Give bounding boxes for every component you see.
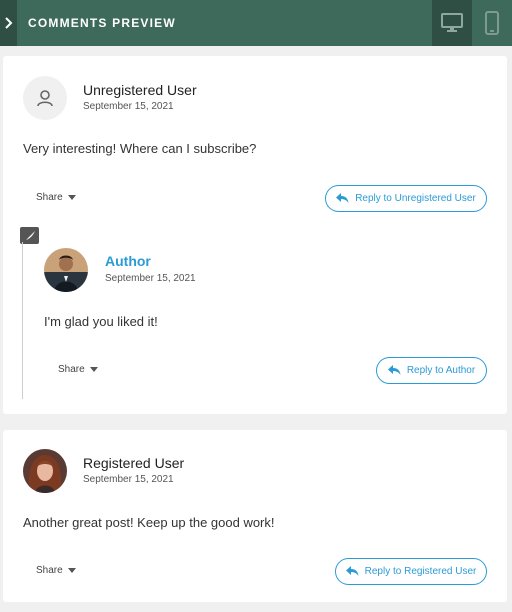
comment-text: Another great post! Keep up the good wor… bbox=[23, 515, 275, 530]
reply-icon bbox=[345, 566, 359, 576]
commenter-name: Registered User bbox=[83, 455, 185, 471]
share-button[interactable]: Share bbox=[58, 364, 98, 375]
mobile-icon bbox=[485, 11, 499, 35]
desktop-icon bbox=[441, 13, 463, 32]
reply-icon bbox=[336, 193, 349, 203]
chevron-right-icon bbox=[4, 17, 12, 29]
author-photo bbox=[44, 248, 88, 292]
reply-label: Reply to Unregistered User bbox=[355, 193, 476, 204]
reply-label: Reply to Registered User bbox=[364, 566, 477, 577]
feather-icon bbox=[24, 230, 35, 241]
caret-down-icon bbox=[67, 195, 76, 200]
comment-card: Registered User September 15, 2021 Anoth… bbox=[3, 430, 507, 602]
thread-line bbox=[22, 242, 23, 399]
share-label: Share bbox=[36, 565, 63, 576]
comment-text: I'm glad you liked it! bbox=[44, 314, 158, 329]
reply-label: Reply to Author bbox=[406, 365, 476, 376]
mobile-view-button[interactable] bbox=[472, 0, 512, 46]
desktop-view-button[interactable] bbox=[432, 0, 472, 46]
commenter-name: Unregistered User bbox=[83, 82, 197, 98]
reply-button[interactable]: Reply to Unregistered User bbox=[325, 185, 487, 212]
reply-button[interactable]: Reply to Registered User bbox=[335, 558, 487, 585]
caret-down-icon bbox=[67, 568, 76, 573]
reply-button[interactable]: Reply to Author bbox=[376, 357, 487, 384]
comment-date: September 15, 2021 bbox=[105, 273, 196, 284]
share-label: Share bbox=[36, 192, 63, 203]
share-button[interactable]: Share bbox=[36, 565, 76, 576]
avatar bbox=[23, 76, 67, 120]
author-avatar bbox=[44, 248, 88, 292]
device-switcher bbox=[432, 0, 512, 46]
comment-date: September 15, 2021 bbox=[83, 474, 174, 485]
user-photo bbox=[23, 449, 67, 493]
author-name: Author bbox=[105, 253, 151, 269]
reply-icon bbox=[387, 365, 401, 375]
comment-card: Unregistered User September 15, 2021 Ver… bbox=[3, 56, 507, 414]
top-bar: COMMENTS PREVIEW bbox=[0, 0, 512, 46]
page-title: COMMENTS PREVIEW bbox=[28, 16, 176, 30]
share-label: Share bbox=[58, 364, 85, 375]
comment-date: September 15, 2021 bbox=[83, 101, 174, 112]
collapse-panel-button[interactable] bbox=[0, 0, 17, 46]
comment-text: Very interesting! Where can I subscribe? bbox=[23, 141, 257, 156]
share-button[interactable]: Share bbox=[36, 192, 76, 203]
user-icon bbox=[37, 90, 53, 107]
caret-down-icon bbox=[89, 367, 98, 372]
avatar bbox=[23, 449, 67, 493]
